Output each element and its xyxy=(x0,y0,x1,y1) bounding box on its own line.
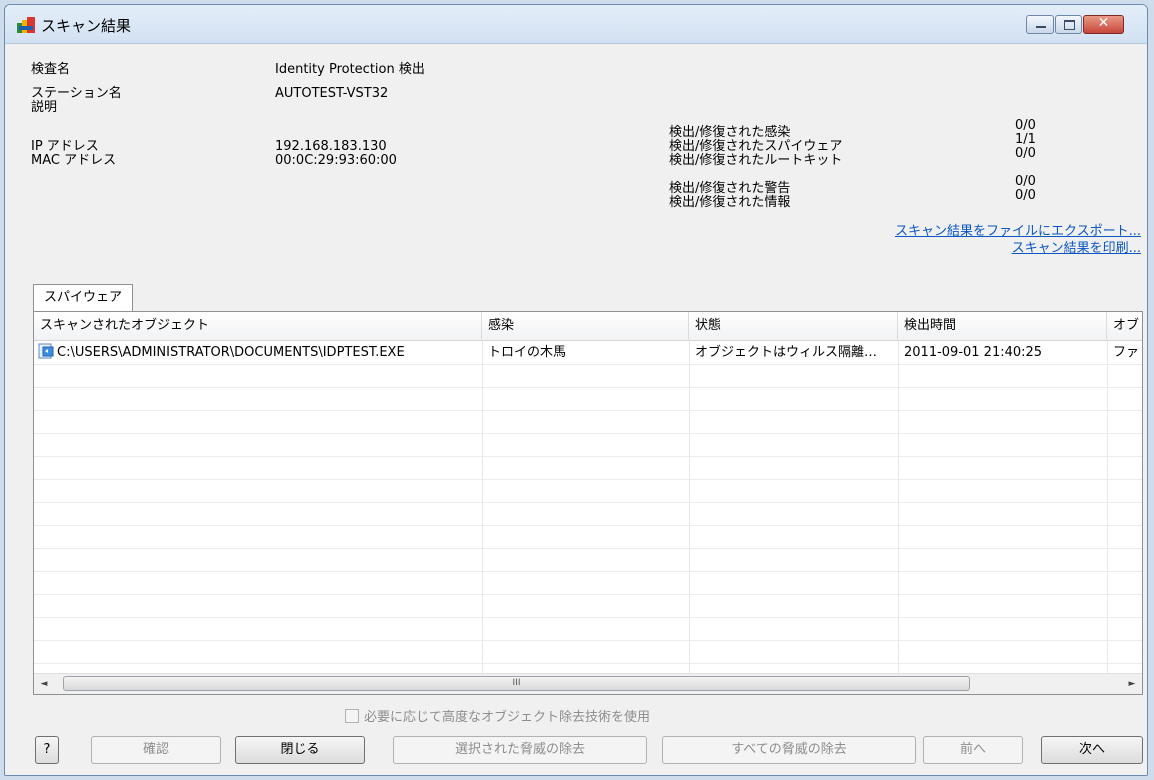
row-divider xyxy=(34,617,1142,618)
station-name-value: AUTOTEST-VST32 xyxy=(275,86,389,101)
row-divider xyxy=(34,364,1142,365)
scan-results-window: スキャン結果 ✕ 検査名 Identity Protection 検出 ステーシ… xyxy=(4,4,1148,776)
results-table: スキャンされたオブジェクト 感染 状態 検出時間 オブ C:\USERS\ADM… xyxy=(33,311,1143,695)
scroll-right-button[interactable]: ► xyxy=(1122,674,1142,694)
close-window-button[interactable]: ✕ xyxy=(1083,15,1124,34)
row-divider xyxy=(34,640,1142,641)
horizontal-scrollbar[interactable]: ◄ III ► xyxy=(34,673,1142,694)
stat-infections-value: 0/0 xyxy=(1015,118,1036,133)
maximize-button[interactable] xyxy=(1055,15,1082,34)
cell-extra: ファ xyxy=(1113,345,1140,360)
column-header-status[interactable]: 状態 xyxy=(689,312,898,340)
row-divider xyxy=(34,548,1142,549)
stat-rootkits-label: 検出/修復されたルートキット xyxy=(669,153,843,168)
table-row[interactable]: C:\USERS\ADMINISTRATOR\DOCUMENTS\IDPTEST… xyxy=(34,341,1142,364)
grip-icon: III xyxy=(512,678,521,688)
column-header-extra[interactable]: オブ xyxy=(1107,312,1142,340)
ip-address-value: 192.168.183.130 xyxy=(275,139,387,154)
next-button[interactable]: 次へ xyxy=(1041,736,1143,764)
mac-address-label: MAC アドレス xyxy=(31,153,117,168)
help-button[interactable]: ? xyxy=(35,736,59,764)
row-divider xyxy=(34,456,1142,457)
stat-spyware-label: 検出/修復されたスパイウェア xyxy=(669,139,843,154)
scan-name-label: 検査名 xyxy=(31,62,71,77)
row-divider xyxy=(34,525,1142,526)
scrollbar-thumb[interactable]: III xyxy=(63,676,970,691)
row-divider xyxy=(34,502,1142,503)
advanced-removal-checkbox[interactable] xyxy=(345,709,359,723)
title-bar[interactable]: スキャン結果 ✕ xyxy=(5,5,1147,44)
remove-selected-threats-button[interactable]: 選択された脅威の除去 xyxy=(393,736,647,764)
cell-time: 2011-09-01 21:40:25 xyxy=(904,345,1043,360)
object-path: C:\USERS\ADMINISTRATOR\DOCUMENTS\IDPTEST… xyxy=(57,345,405,360)
column-divider xyxy=(689,340,690,674)
row-divider xyxy=(34,387,1142,388)
row-divider xyxy=(34,571,1142,572)
confirm-button[interactable]: 確認 xyxy=(91,736,221,764)
close-icon: ✕ xyxy=(1097,15,1110,31)
column-header-time[interactable]: 検出時間 xyxy=(898,312,1107,340)
scroll-left-button[interactable]: ◄ xyxy=(34,674,54,694)
description-label: 説明 xyxy=(31,100,58,115)
minimize-button[interactable] xyxy=(1026,15,1054,34)
cell-infection: トロイの木馬 xyxy=(488,345,567,360)
stat-rootkits-value: 0/0 xyxy=(1015,146,1036,161)
tab-spyware[interactable]: スパイウェア xyxy=(33,284,134,312)
column-divider xyxy=(1107,340,1108,674)
previous-button[interactable]: 前へ xyxy=(923,736,1023,764)
stat-warnings-value: 0/0 xyxy=(1015,174,1036,189)
remove-all-threats-button[interactable]: すべての脅威の除去 xyxy=(662,736,916,764)
row-divider xyxy=(34,410,1142,411)
advanced-removal-label: 必要に応じて高度なオブジェクト除去技術を使用 xyxy=(364,710,651,725)
close-button[interactable]: 閉じる xyxy=(235,736,365,764)
stat-info-label: 検出/修復された情報 xyxy=(669,195,791,210)
advanced-removal-option[interactable]: 必要に応じて高度なオブジェクト除去技術を使用 xyxy=(345,706,650,725)
row-divider xyxy=(34,663,1142,664)
row-divider xyxy=(34,594,1142,595)
cell-object: C:\USERS\ADMINISTRATOR\DOCUMENTS\IDPTEST… xyxy=(34,341,482,364)
column-divider xyxy=(482,340,483,674)
stat-info-value: 0/0 xyxy=(1015,188,1036,203)
cell-status: オブジェクトはウィルス隔離… xyxy=(695,345,878,360)
ip-address-label: IP アドレス xyxy=(31,139,99,154)
mac-address-value: 00:0C:29:93:60:00 xyxy=(275,153,397,168)
avg-logo-icon xyxy=(17,17,35,33)
print-results-link[interactable]: スキャン結果を印刷... xyxy=(1012,237,1141,256)
scan-name-value: Identity Protection 検出 xyxy=(275,62,425,77)
column-header-object[interactable]: スキャンされたオブジェクト xyxy=(34,312,482,340)
column-divider xyxy=(898,340,899,674)
station-name-label: ステーション名 xyxy=(31,86,122,101)
stat-warnings-label: 検出/修復された警告 xyxy=(669,181,791,196)
stat-infections-label: 検出/修復された感染 xyxy=(669,125,791,140)
executable-file-icon xyxy=(38,343,54,359)
column-header-infection[interactable]: 感染 xyxy=(482,312,689,340)
row-divider xyxy=(34,433,1142,434)
table-header: スキャンされたオブジェクト 感染 状態 検出時間 オブ xyxy=(34,312,1142,341)
stat-spyware-value: 1/1 xyxy=(1015,132,1036,147)
row-divider xyxy=(34,479,1142,480)
window-title: スキャン結果 xyxy=(41,17,132,35)
